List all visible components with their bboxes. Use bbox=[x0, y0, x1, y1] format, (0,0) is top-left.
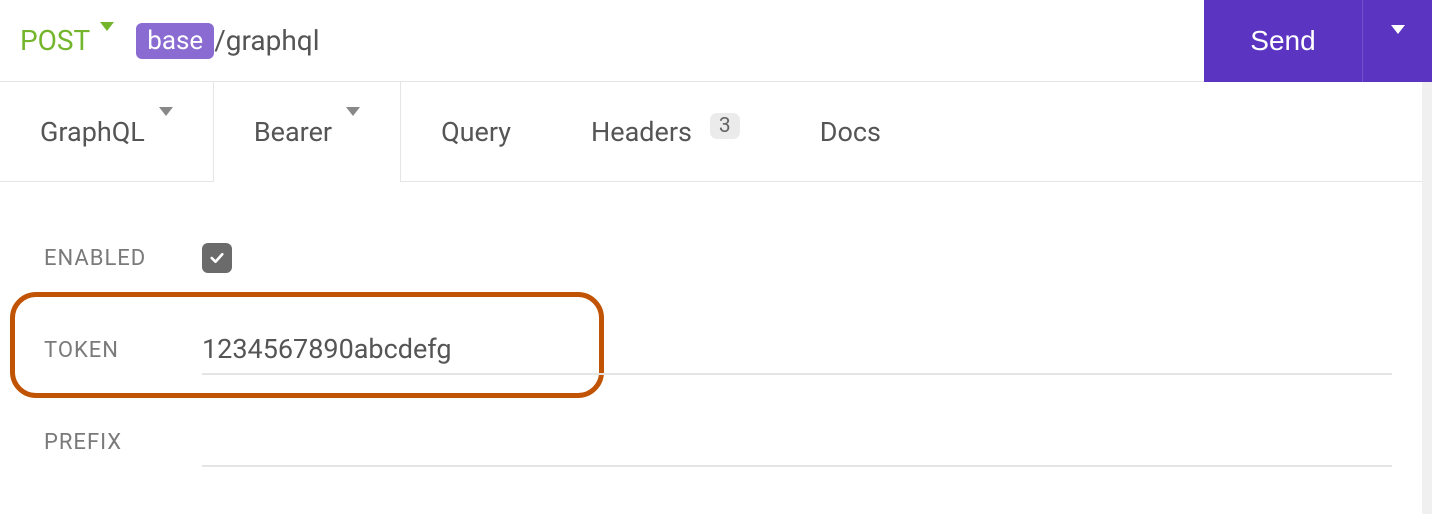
prefix-field bbox=[202, 417, 1392, 467]
headers-count-badge: 3 bbox=[710, 113, 740, 139]
token-field bbox=[202, 325, 1392, 375]
token-input[interactable] bbox=[202, 325, 1392, 375]
tab-docs[interactable]: Docs bbox=[780, 82, 921, 181]
tab-query[interactable]: Query bbox=[401, 82, 551, 181]
token-label: TOKEN bbox=[44, 338, 202, 363]
send-options-button[interactable] bbox=[1362, 0, 1432, 82]
tab-headers-label: Headers bbox=[591, 116, 692, 148]
enabled-checkbox[interactable] bbox=[202, 243, 232, 273]
base-url-badge[interactable]: base bbox=[136, 23, 214, 59]
send-button-group: Send bbox=[1204, 0, 1432, 82]
url-path[interactable]: /graphql bbox=[214, 24, 319, 57]
chevron-down-icon bbox=[159, 116, 173, 148]
tab-headers[interactable]: Headers 3 bbox=[551, 82, 780, 181]
send-button[interactable]: Send bbox=[1204, 0, 1362, 82]
token-row: TOKEN bbox=[44, 324, 1392, 376]
prefix-label: PREFIX bbox=[44, 430, 202, 455]
prefix-input[interactable] bbox=[202, 417, 1392, 467]
scrollbar-track[interactable] bbox=[1422, 82, 1432, 514]
tab-body-label: GraphQL bbox=[40, 116, 145, 148]
tab-bar: GraphQL Bearer Query Headers 3 Docs bbox=[0, 82, 1432, 182]
http-method-dropdown[interactable]: POST bbox=[20, 24, 114, 57]
tab-body[interactable]: GraphQL bbox=[0, 82, 214, 181]
tab-docs-label: Docs bbox=[820, 116, 881, 148]
prefix-row: PREFIX bbox=[44, 416, 1392, 468]
auth-content: ENABLED TOKEN PREFIX bbox=[0, 182, 1432, 468]
tab-auth-label: Bearer bbox=[254, 116, 332, 148]
enabled-row: ENABLED bbox=[44, 232, 1392, 284]
chevron-down-icon bbox=[346, 116, 360, 148]
enabled-label: ENABLED bbox=[44, 246, 202, 271]
tab-auth[interactable]: Bearer bbox=[214, 82, 401, 181]
tab-query-label: Query bbox=[441, 116, 511, 148]
chevron-down-icon bbox=[100, 31, 114, 50]
chevron-down-icon bbox=[1391, 34, 1405, 49]
check-icon bbox=[208, 249, 226, 267]
url-bar: POST base /graphql Send bbox=[0, 0, 1432, 82]
http-method-label: POST bbox=[20, 24, 90, 57]
